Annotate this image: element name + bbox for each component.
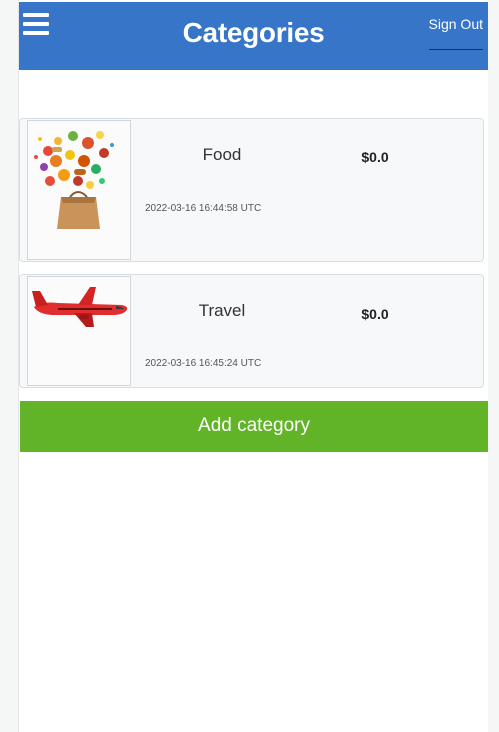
add-category-button[interactable]: Add category	[20, 401, 488, 452]
category-card-food[interactable]: Food $0.0 2022-03-16 16:44:58 UTC	[19, 118, 484, 262]
category-amount: $0.0	[361, 149, 389, 165]
category-name: Travel	[198, 301, 246, 320]
category-name: Food	[202, 145, 242, 164]
top-header: Categories Sign Out	[19, 2, 488, 70]
airplane-icon	[27, 276, 131, 386]
app-container: Categories Sign Out Food $0.0 2022-03-16…	[18, 0, 488, 732]
category-amount: $0.0	[361, 306, 389, 322]
category-date: 2022-03-16 16:44:58 UTC	[145, 203, 262, 214]
page-title: Categories	[182, 17, 325, 48]
food-bag-icon	[27, 120, 131, 260]
sign-out-link[interactable]: Sign Out	[428, 16, 483, 50]
category-card-travel[interactable]: Travel $0.0 2022-03-16 16:45:24 UTC	[19, 274, 484, 388]
category-date: 2022-03-16 16:45:24 UTC	[145, 358, 262, 369]
